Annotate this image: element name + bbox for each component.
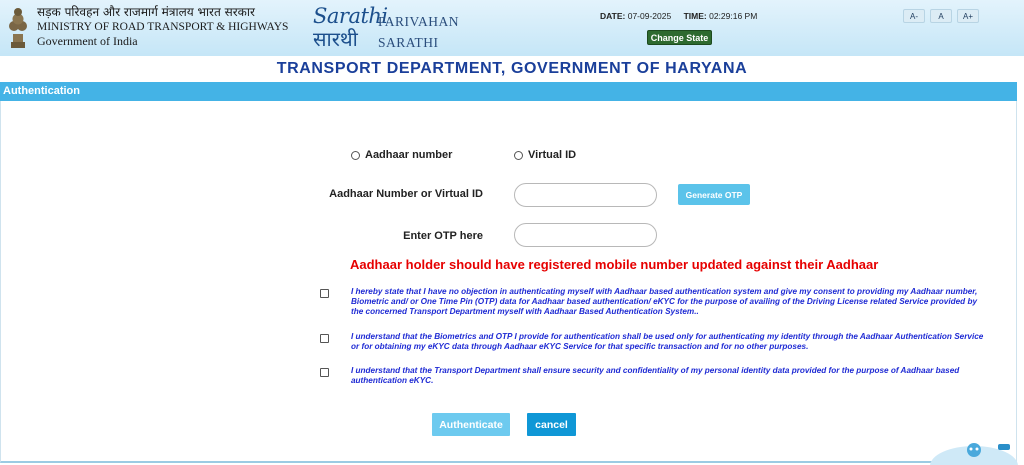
date-time-display: DATE: 07-09-2025 TIME: 02:29:16 PM <box>600 11 757 21</box>
font-decrease-button[interactable]: A- <box>903 9 925 23</box>
authentication-panel <box>0 101 1017 463</box>
consent-text-1: I hereby state that I have no objection … <box>351 287 978 316</box>
national-emblem-icon <box>9 8 27 48</box>
date-value: 07-09-2025 <box>627 11 672 21</box>
consent-text-3: I understand that the Transport Departme… <box>351 366 960 385</box>
aadhaar-mobile-warning: Aadhaar holder should have registered mo… <box>350 257 879 272</box>
consent-text-2: I understand that the Biometrics and OTP… <box>351 332 984 351</box>
brand-line-sarathi: SARATHI <box>378 35 439 50</box>
time-value: 02:29:16 PM <box>709 11 758 21</box>
consent-checkbox-1[interactable] <box>320 289 329 298</box>
ministry-hindi: सड़क परिवहन और राजमार्ग मंत्रालय भारत सर… <box>37 5 255 19</box>
radio-virtual-id[interactable]: Virtual ID <box>514 149 576 161</box>
department-title: TRANSPORT DEPARTMENT, GOVERNMENT OF HARY… <box>276 60 748 77</box>
section-title-bar: Authentication <box>0 82 1017 101</box>
government-of-india: Government of India <box>37 34 138 48</box>
consent-checkbox-3[interactable] <box>320 368 329 377</box>
date-label: DATE: <box>600 11 626 21</box>
ministry-english: MINISTRY OF ROAD TRANSPORT & HIGHWAYS <box>37 21 289 33</box>
radio-aadhaar-circle[interactable] <box>351 150 360 160</box>
radio-virtual-circle[interactable] <box>514 150 523 160</box>
chatbot-icon[interactable] <box>928 436 1018 465</box>
generate-otp-button[interactable]: Generate OTP <box>678 184 750 205</box>
brand-line-parivahan: PARIVAHAN <box>378 14 460 29</box>
time-label: TIME: <box>683 11 707 21</box>
radio-virtual-label: Virtual ID <box>528 149 577 161</box>
change-state-button[interactable]: Change State <box>647 30 712 45</box>
consent-checkbox-2[interactable] <box>320 334 329 343</box>
cancel-button[interactable]: cancel <box>527 413 576 436</box>
authenticate-button[interactable]: Authenticate <box>432 413 510 436</box>
aadhaar-id-label: Aadhaar Number or Virtual ID <box>329 188 483 200</box>
aadhaar-id-input[interactable] <box>514 183 657 207</box>
ministry-name: सड़क परिवहन और राजमार्ग मंत्रालय भारत सर… <box>37 5 288 49</box>
radio-aadhaar-number[interactable]: Aadhaar number <box>351 149 452 161</box>
radio-aadhaar-label: Aadhaar number <box>365 149 453 161</box>
brand-name: PARIVAHAN SARATHI <box>378 11 459 53</box>
otp-label: Enter OTP here <box>403 230 483 242</box>
site-header: सड़क परिवहन और राजमार्ग मंत्रालय भारत सर… <box>0 0 1024 56</box>
font-increase-button[interactable]: A+ <box>957 9 979 23</box>
font-size-controls: A- A A+ <box>903 9 979 23</box>
font-normal-button[interactable]: A <box>930 9 952 23</box>
sarathi-logo-hindi: सारथी <box>313 27 358 51</box>
otp-input[interactable] <box>514 223 657 247</box>
